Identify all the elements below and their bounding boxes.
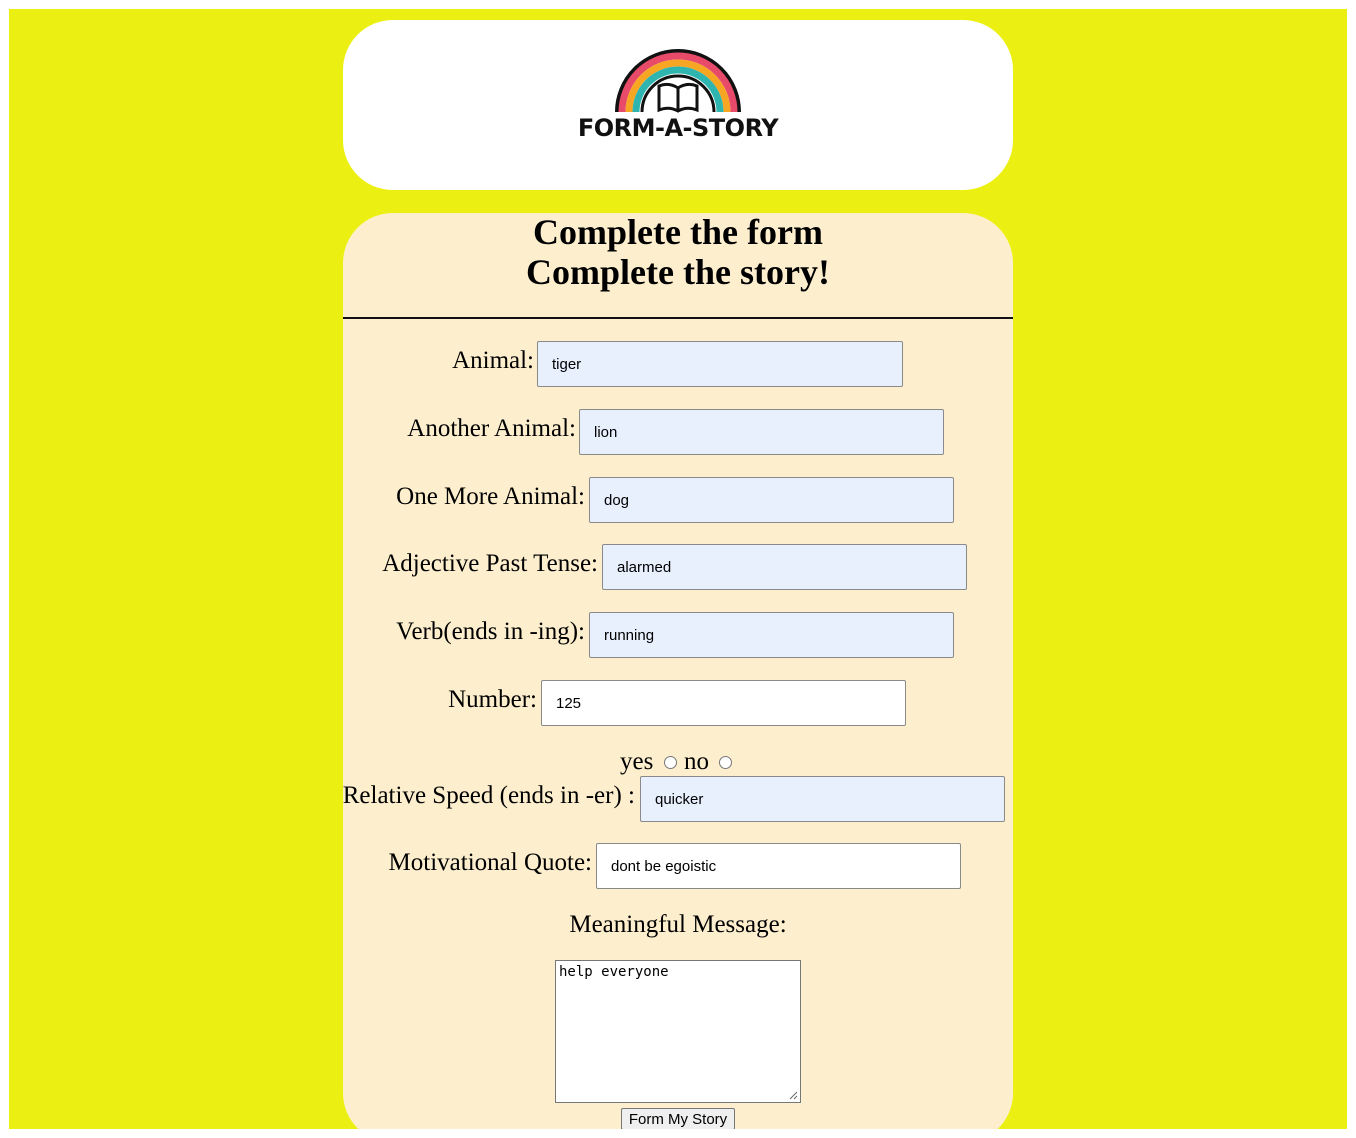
heading-line-2: Complete the story! — [526, 252, 830, 292]
adjective-past-tense-label: Adjective Past Tense: — [382, 550, 598, 577]
story-form: Complete the form Complete the story! An… — [342, 212, 1013, 1129]
adjective-past-tense-input[interactable]: alarmed — [602, 544, 967, 590]
animal-input[interactable]: tiger — [537, 341, 903, 387]
number-label: Number: — [448, 686, 537, 713]
animal-label: Animal: — [452, 347, 534, 374]
radio-no-label: no — [684, 748, 709, 775]
one-more-animal-input[interactable]: dog — [589, 477, 954, 523]
relative-speed-input[interactable]: quicker — [640, 776, 1005, 822]
relative-speed-label: Relative Speed (ends in -er) : — [342, 782, 635, 809]
radio-yes-label: yes — [620, 748, 654, 775]
logo-card: FORM-A-STORY — [343, 20, 1013, 190]
another-animal-input[interactable]: lion — [579, 409, 944, 455]
another-animal-label: Another Animal: — [407, 415, 576, 442]
motivational-quote-input[interactable]: dont be egoistic — [596, 843, 961, 889]
form-my-story-button[interactable]: Form My Story — [621, 1108, 735, 1129]
number-input[interactable]: 125 — [541, 680, 906, 726]
resize-grip-icon[interactable] — [789, 1091, 798, 1100]
heading-divider — [343, 317, 1013, 319]
radio-yes[interactable] — [664, 756, 677, 769]
page-background: FORM-A-STORY Complete the form Complete … — [9, 9, 1347, 1129]
verb-ing-input[interactable]: running — [589, 612, 954, 658]
heading-line-1: Complete the form — [533, 212, 823, 252]
meaningful-message-label: Meaningful Message: — [569, 911, 787, 938]
rainbow-book-icon — [615, 49, 741, 113]
radio-no[interactable] — [719, 756, 732, 769]
logo-wordmark: FORM-A-STORY — [577, 114, 779, 142]
meaningful-message-textarea[interactable]: help everyone — [555, 960, 801, 1103]
verb-ing-label: Verb(ends in -ing): — [396, 618, 585, 645]
motivational-quote-label: Motivational Quote: — [388, 849, 592, 876]
meaningful-message-value: help everyone — [559, 964, 669, 980]
one-more-animal-label: One More Animal: — [396, 483, 585, 510]
